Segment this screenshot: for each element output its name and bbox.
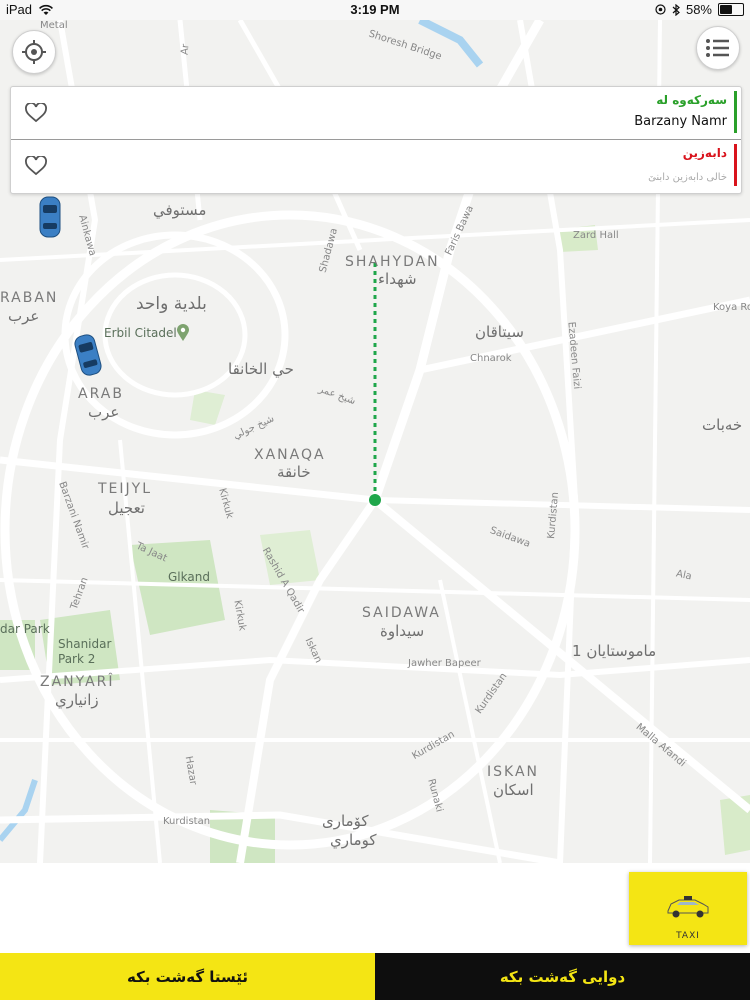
nearby-car-icon[interactable]	[38, 196, 62, 238]
street-chnarok: Chnarok	[470, 353, 512, 364]
address-panel: سەرکەوە لە Barzany Namr دابەزین خالی داب…	[10, 86, 742, 194]
battery-icon	[718, 3, 744, 16]
area-label-xanaqa-ar: خانقة	[277, 463, 311, 481]
area-label-teijyl-ar: تعجيل	[108, 499, 145, 517]
map-label-mastawfi: مستوفي	[153, 201, 207, 219]
street-ar: Ar	[179, 43, 192, 56]
poi-dar-park: dar Park	[0, 622, 50, 636]
status-time: 3:19 PM	[350, 2, 400, 17]
pickup-title: سەرکەوە لە	[656, 93, 727, 107]
battery-fill	[720, 5, 732, 14]
citadel-pin-icon	[177, 324, 189, 341]
poi-glkand: Glkand	[168, 570, 210, 584]
map-label-khabat: خەبات	[702, 416, 743, 434]
area-label-teijyl: TEIJYL	[98, 481, 153, 497]
area-label-raban-ar: عرب	[8, 307, 40, 325]
street-jawher-bapeer: Jawher Bapeer	[408, 658, 481, 669]
street-kurdistan-4: Kurdistan	[163, 816, 211, 827]
pickup-color-bar	[734, 91, 737, 133]
area-label-zanyari: ZANYARÎ	[40, 674, 115, 690]
area-label-shahydan: SHAHYDAN	[345, 254, 440, 270]
recenter-location-button[interactable]	[12, 30, 56, 74]
map-label-khanqa: حي الخانقا	[228, 360, 294, 378]
area-label-iskan-ar: اسكان	[493, 781, 534, 799]
area-label-iskan: ISKAN	[487, 764, 539, 780]
dropoff-color-bar	[734, 144, 737, 186]
area-label-raban: RABAN	[0, 290, 59, 306]
street-metal: Metal	[40, 20, 68, 31]
poi-erbil-citadel: Erbil Citadel	[104, 326, 177, 340]
menu-button[interactable]	[696, 26, 740, 70]
street-koya-road: Koya Ro	[713, 302, 750, 313]
bluetooth-icon	[672, 3, 680, 16]
dropoff-title: دابەزین	[682, 146, 727, 160]
area-label-xanaqa: XANAQA	[254, 447, 326, 463]
map-label-komari-ku: كۆماری	[322, 812, 369, 830]
pickup-field[interactable]: سەرکەوە لە Barzany Namr	[11, 87, 741, 140]
pickup-value: Barzany Namr	[634, 114, 727, 129]
dropoff-field[interactable]: دابەزین خالی دابەزین دابنێ	[11, 140, 741, 192]
location-icon	[655, 4, 666, 15]
map-label-komari-ar: كوماري	[330, 831, 377, 849]
area-label-arab: ARAB	[78, 386, 124, 402]
area-label-arab-ar: عرب	[88, 403, 120, 421]
heart-icon[interactable]	[25, 103, 47, 123]
map-label-setaqan: سيتاقان	[475, 323, 524, 341]
area-label-shahydan-ar: شهداء	[378, 270, 417, 288]
map-label-baladiya: بلدية واحد	[136, 294, 207, 314]
battery-percent: 58%	[685, 2, 712, 17]
street-zard-hall: Zard Hall	[573, 230, 619, 241]
heart-icon[interactable]	[25, 156, 47, 176]
ride-now-button[interactable]: ئێستا گەشت بکە	[0, 953, 375, 1000]
taxi-service-option[interactable]: TAXI	[629, 872, 747, 945]
area-label-saidawa-ar: سيداوة	[380, 622, 425, 640]
crosshair-icon	[22, 40, 46, 64]
map-label-mamostayan: ماموستايان 1	[572, 642, 657, 660]
poi-shanidar-park: Shanidar Park 2	[58, 637, 112, 666]
dropoff-placeholder: خالی دابەزین دابنێ	[648, 172, 727, 183]
area-label-zanyari-ar: زانياري	[55, 691, 99, 709]
taxi-label: TAXI	[676, 931, 700, 941]
area-label-saidawa: SAIDAWA	[362, 605, 441, 621]
ride-later-button[interactable]: دوایی گەشت بکە	[375, 953, 750, 1000]
taxi-car-icon	[667, 896, 709, 918]
status-bar: iPad 3:19 PM 58%	[0, 0, 750, 20]
menu-list-icon	[706, 39, 729, 57]
